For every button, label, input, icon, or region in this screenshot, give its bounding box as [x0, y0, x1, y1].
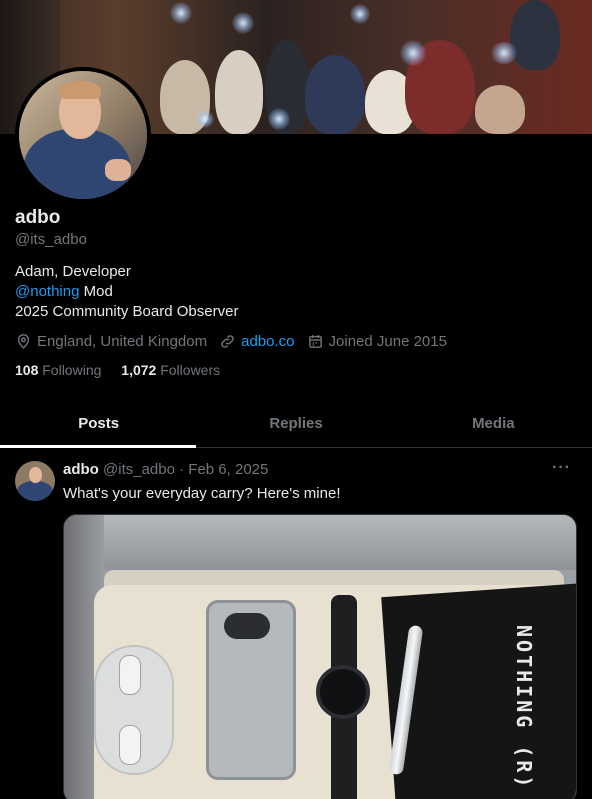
followers-count: 1,072 — [121, 362, 157, 378]
profile-meta: England, United Kingdom adbo.co Joined J… — [15, 333, 459, 350]
profile-tabs: Posts Replies Media — [0, 400, 592, 448]
tab-media[interactable]: Media — [395, 400, 592, 447]
location-text: England, United Kingdom — [37, 333, 208, 350]
location-item: England, United Kingdom — [15, 333, 207, 350]
tab-posts[interactable]: Posts — [0, 400, 197, 448]
post-avatar-face — [29, 467, 42, 483]
following-label: Following — [42, 362, 102, 378]
post-handle-date: @its_adbo · Feb 6, 2025 — [103, 461, 269, 478]
bio-mention-link[interactable]: @nothing — [15, 283, 79, 300]
avatar-hand — [105, 159, 131, 181]
post-author[interactable]: adbo — [63, 461, 99, 478]
banner-light — [268, 108, 290, 130]
website-link[interactable]: adbo.co — [241, 333, 294, 350]
post-header: adbo @its_adbo · Feb 6, 2025 — [63, 461, 268, 478]
bio-mention-suffix: Mod — [79, 283, 113, 300]
website-item[interactable]: adbo.co — [219, 333, 295, 350]
bio-line-3: 2025 Community Board Observer — [15, 303, 239, 320]
profile-bio: Adam, Developer @nothing Mod 2025 Commun… — [15, 262, 238, 322]
bio-line-2: @nothing Mod — [15, 282, 238, 302]
banner-light — [400, 40, 426, 66]
banner-person — [510, 0, 560, 70]
banner-person — [475, 85, 525, 134]
banner-light — [350, 4, 370, 24]
followers-label: Followers — [160, 362, 221, 378]
location-pin-icon — [17, 334, 30, 349]
banner-light — [170, 2, 192, 24]
post-text: What's your everyday carry? Here's mine! — [63, 485, 341, 502]
banner-person — [305, 55, 365, 134]
image-earbud — [119, 725, 141, 765]
profile-avatar[interactable] — [15, 67, 151, 203]
avatar-hair — [59, 81, 101, 99]
post-item[interactable]: adbo @its_adbo · Feb 6, 2025 ··· What's … — [0, 449, 592, 799]
profile-name: adbo — [15, 207, 61, 228]
link-icon — [221, 335, 234, 348]
banner-light — [196, 110, 214, 128]
banner-light — [232, 12, 254, 34]
image-phone-camera — [224, 613, 270, 639]
tab-replies[interactable]: Replies — [197, 400, 394, 447]
more-options-icon[interactable]: ··· — [552, 459, 571, 477]
post-avatar-shirt — [17, 481, 53, 501]
profile-handle: @its_adbo — [15, 231, 87, 248]
image-watch — [316, 665, 370, 719]
following-link[interactable]: 108 Following — [15, 362, 101, 378]
calendar-icon — [308, 335, 322, 348]
following-count: 108 — [15, 362, 39, 378]
image-earbud — [119, 655, 141, 695]
follow-stats: 108 Following 1,072 Followers — [15, 362, 220, 378]
banner-person — [215, 50, 263, 134]
bio-line-1: Adam, Developer — [15, 263, 131, 280]
post-image[interactable]: NOTHING (R) — [63, 514, 577, 799]
post-avatar[interactable] — [15, 461, 55, 501]
image-seat-back — [64, 515, 576, 570]
joined-text: Joined June 2015 — [328, 333, 447, 350]
banner-light — [490, 42, 518, 64]
image-notebook-text: NOTHING (R) — [512, 625, 536, 791]
joined-item: Joined June 2015 — [307, 333, 447, 350]
followers-link[interactable]: 1,072 Followers — [121, 362, 220, 378]
